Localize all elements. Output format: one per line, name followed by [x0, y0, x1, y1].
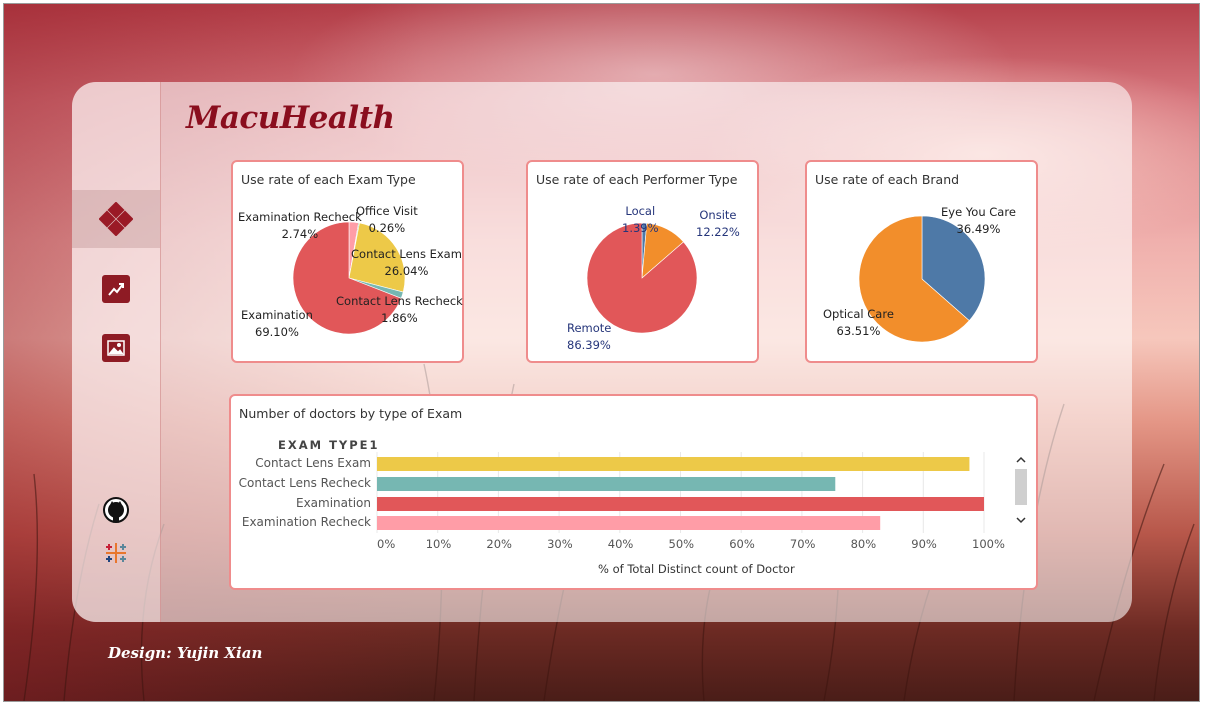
pie-label-office-visit: Office Visit 0.26% [356, 204, 418, 235]
x-tick-label: 70% [789, 537, 816, 551]
performer-type-pie[interactable] [528, 162, 757, 361]
sidebar [72, 82, 161, 622]
brand-title: MacuHealth [186, 100, 395, 136]
x-tick-label: 10% [425, 537, 452, 551]
x-tick-label: 0% [377, 537, 396, 551]
pie-label-local: Local 1.39% [622, 204, 659, 235]
pie-label-contact-lens-recheck: Contact Lens Recheck 1.86% [336, 294, 463, 325]
image-icon [102, 334, 130, 362]
sidebar-item-dashboard[interactable] [72, 190, 160, 248]
x-tick-label: 30% [547, 537, 573, 551]
bar-examination[interactable] [377, 497, 984, 511]
x-axis-label: % of Total Distinct count of Doctor [598, 562, 795, 576]
sidebar-item-image[interactable] [72, 319, 160, 377]
github-icon [103, 497, 129, 523]
pie-label-examination-recheck: Examination Recheck 2.74% [238, 210, 362, 241]
scroll-down-icon [1016, 517, 1026, 524]
exam-type-card: Use rate of each Exam Type Examination R… [231, 160, 464, 363]
x-tick-label: 80% [850, 537, 877, 551]
x-tick-label: 60% [729, 537, 755, 551]
trend-chart-icon [102, 275, 130, 303]
doctors-bar-card: Number of doctors by type of Exam EXAM T… [229, 394, 1038, 590]
pie-label-onsite: Onsite 12.22% [696, 208, 740, 239]
x-tick-label: 20% [486, 537, 512, 551]
pie-label-examination: Examination 69.10% [241, 308, 313, 339]
pie-label-eye-you-care: Eye You Care 36.49% [941, 205, 1016, 236]
performer-type-card: Use rate of each Performer Type Local 1.3… [526, 160, 759, 363]
sidebar-item-trend[interactable] [72, 260, 160, 318]
designer-credit: Design: Yujin Xian [108, 644, 263, 662]
vertical-scrollbar[interactable] [1014, 454, 1028, 530]
bar-contact-lens-exam[interactable] [377, 457, 970, 471]
x-tick-label: 100% [972, 537, 1005, 551]
scroll-thumb [1015, 469, 1027, 505]
bar-contact-lens-recheck[interactable] [377, 477, 836, 491]
x-tick-label: 40% [607, 537, 634, 551]
pie-label-remote: Remote 86.39% [567, 321, 612, 352]
x-tick-label: 50% [668, 537, 695, 551]
x-tick-label: 90% [911, 537, 937, 551]
pie-label-optical-care: Optical Care 63.51% [823, 307, 894, 338]
tableau-link[interactable] [72, 524, 160, 582]
pie-label-contact-lens-exam: Contact Lens Exam 26.04% [351, 247, 462, 278]
bar-examination-recheck[interactable] [377, 516, 881, 530]
tableau-icon [106, 543, 126, 563]
brand-card: Use rate of each Brand Eye You Care 36.49… [805, 160, 1038, 363]
scroll-up-icon [1016, 456, 1026, 463]
dashboard-diamond-icon [99, 202, 133, 236]
doctors-bar-chart[interactable] [231, 396, 1036, 588]
